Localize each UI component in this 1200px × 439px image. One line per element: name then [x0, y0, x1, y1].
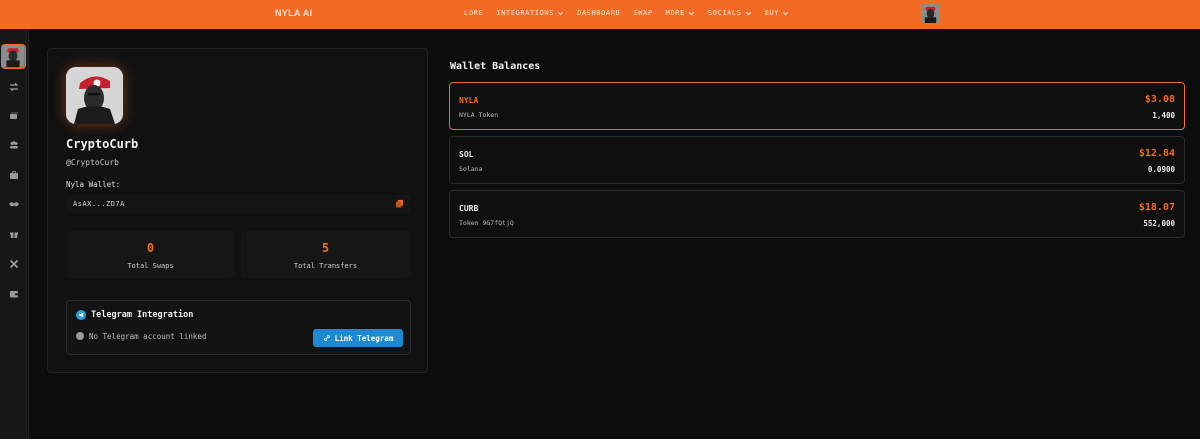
token-symbol: SOL: [459, 150, 474, 159]
nav-integrations[interactable]: INTEGRATIONS: [496, 9, 564, 17]
balance-card-curb[interactable]: CURB Token 9G7fQtjQ $18.07 552,000: [449, 190, 1185, 238]
wallet-balances-title: Wallet Balances: [450, 61, 541, 72]
link-icon: [323, 335, 330, 341]
sidebar-profile-avatar[interactable]: [1, 44, 26, 69]
telegram-icon: [76, 310, 86, 320]
wallet-address: AsAX...ZD7A: [73, 200, 125, 208]
nav-label: DASHBOARD: [577, 9, 621, 17]
link-telegram-label: Link Telegram: [334, 333, 394, 343]
token-amount: 1,400: [1152, 111, 1175, 120]
sidebar-item-wallet[interactable]: [7, 287, 21, 301]
sidebar-item-portfolio[interactable]: [7, 168, 21, 182]
avatar-image: [921, 4, 940, 23]
user-avatar[interactable]: [921, 4, 940, 23]
telegram-title: Telegram Integration: [91, 310, 194, 320]
brand-logo[interactable]: NYLA AI: [275, 8, 312, 18]
profile-name: CryptoCurb: [66, 137, 139, 151]
token-name: Token 9G7fQtjQ: [459, 219, 514, 227]
nav-buy[interactable]: BUY: [765, 9, 789, 17]
wallet-address-field: AsAX...ZD7A: [66, 195, 410, 213]
token-symbol: NYLA: [459, 96, 479, 105]
token-amount: 552,000: [1143, 219, 1175, 228]
sidebar-item-rewards[interactable]: [7, 227, 21, 241]
nav-label: MORE: [665, 9, 685, 17]
gift-icon: [10, 231, 18, 238]
sidebar-item-users[interactable]: [7, 138, 21, 152]
chevron-down-icon: [688, 11, 694, 15]
nav-lore[interactable]: LORE: [464, 9, 483, 17]
nav-label: INTEGRATIONS: [496, 9, 555, 17]
nav-label: SOCIALS: [707, 9, 742, 17]
stat-value: 5: [321, 241, 330, 255]
wallet-cards-icon: [10, 112, 18, 119]
copy-icon[interactable]: [395, 199, 404, 208]
token-usd-value: $3.08: [1144, 94, 1175, 105]
nav-swap[interactable]: SWAP: [633, 9, 652, 17]
token-name: NYLA Token: [459, 111, 499, 119]
telegram-status: No Telegram account linked: [89, 332, 207, 341]
wallet-label: Nyla Wallet:: [66, 180, 121, 189]
stat-total-swaps: 0 Total Swaps: [66, 231, 235, 278]
users-icon: [10, 141, 18, 149]
profile-handle: @CryptoCurb: [66, 158, 119, 167]
token-usd-value: $12.84: [1138, 148, 1175, 159]
sidebar-item-partners[interactable]: [7, 197, 21, 211]
wallet-icon: [10, 291, 18, 298]
status-dot: [76, 332, 84, 340]
briefcase-icon: [10, 171, 18, 179]
token-symbol: CURB: [459, 204, 479, 213]
chevron-down-icon: [783, 11, 789, 15]
nav-dashboard[interactable]: DASHBOARD: [577, 9, 620, 17]
nav-label: LORE: [464, 9, 484, 17]
top-nav-bar: NYLA AI LORE INTEGRATIONS DASHBOARD SWAP…: [0, 0, 1200, 29]
sidebar-item-cards[interactable]: [7, 109, 21, 123]
profile-picture: [66, 67, 123, 124]
main-nav: LORE INTEGRATIONS DASHBOARD SWAP MORE SO…: [464, 9, 789, 17]
stat-value: 0: [146, 241, 155, 255]
token-name: Solana: [459, 165, 483, 173]
token-amount: 0.0900: [1147, 165, 1175, 174]
avatar-image: [2, 45, 24, 67]
telegram-integration-panel: Telegram Integration No Telegram account…: [66, 300, 411, 355]
sidebar-item-tools[interactable]: [7, 257, 21, 271]
nav-label: SWAP: [633, 9, 653, 17]
sidebar-item-swap[interactable]: [7, 80, 21, 94]
stat-total-transfers: 5 Total Transfers: [241, 231, 410, 278]
balance-card-nyla[interactable]: NYLA NYLA Token $3.08 1,400: [449, 82, 1185, 130]
chevron-down-icon: [558, 11, 564, 15]
nav-more[interactable]: MORE: [666, 9, 695, 17]
stat-label: Total Transfers: [293, 262, 358, 270]
nav-socials[interactable]: SOCIALS: [708, 9, 752, 17]
nav-label: BUY: [764, 9, 780, 17]
link-telegram-button[interactable]: Link Telegram: [313, 329, 403, 347]
tools-icon: [9, 259, 19, 269]
handshake-icon: [9, 202, 19, 207]
arrows-swap-icon: [9, 82, 19, 92]
avatar-image: [66, 67, 123, 124]
profile-card: CryptoCurb @CryptoCurb Nyla Wallet: AsAX…: [47, 48, 428, 373]
chevron-down-icon: [745, 11, 751, 15]
stat-label: Total Swaps: [127, 262, 174, 270]
token-usd-value: $18.07: [1138, 202, 1175, 213]
sidebar: [0, 29, 29, 439]
balance-card-sol[interactable]: SOL Solana $12.84 0.0900: [449, 136, 1185, 184]
